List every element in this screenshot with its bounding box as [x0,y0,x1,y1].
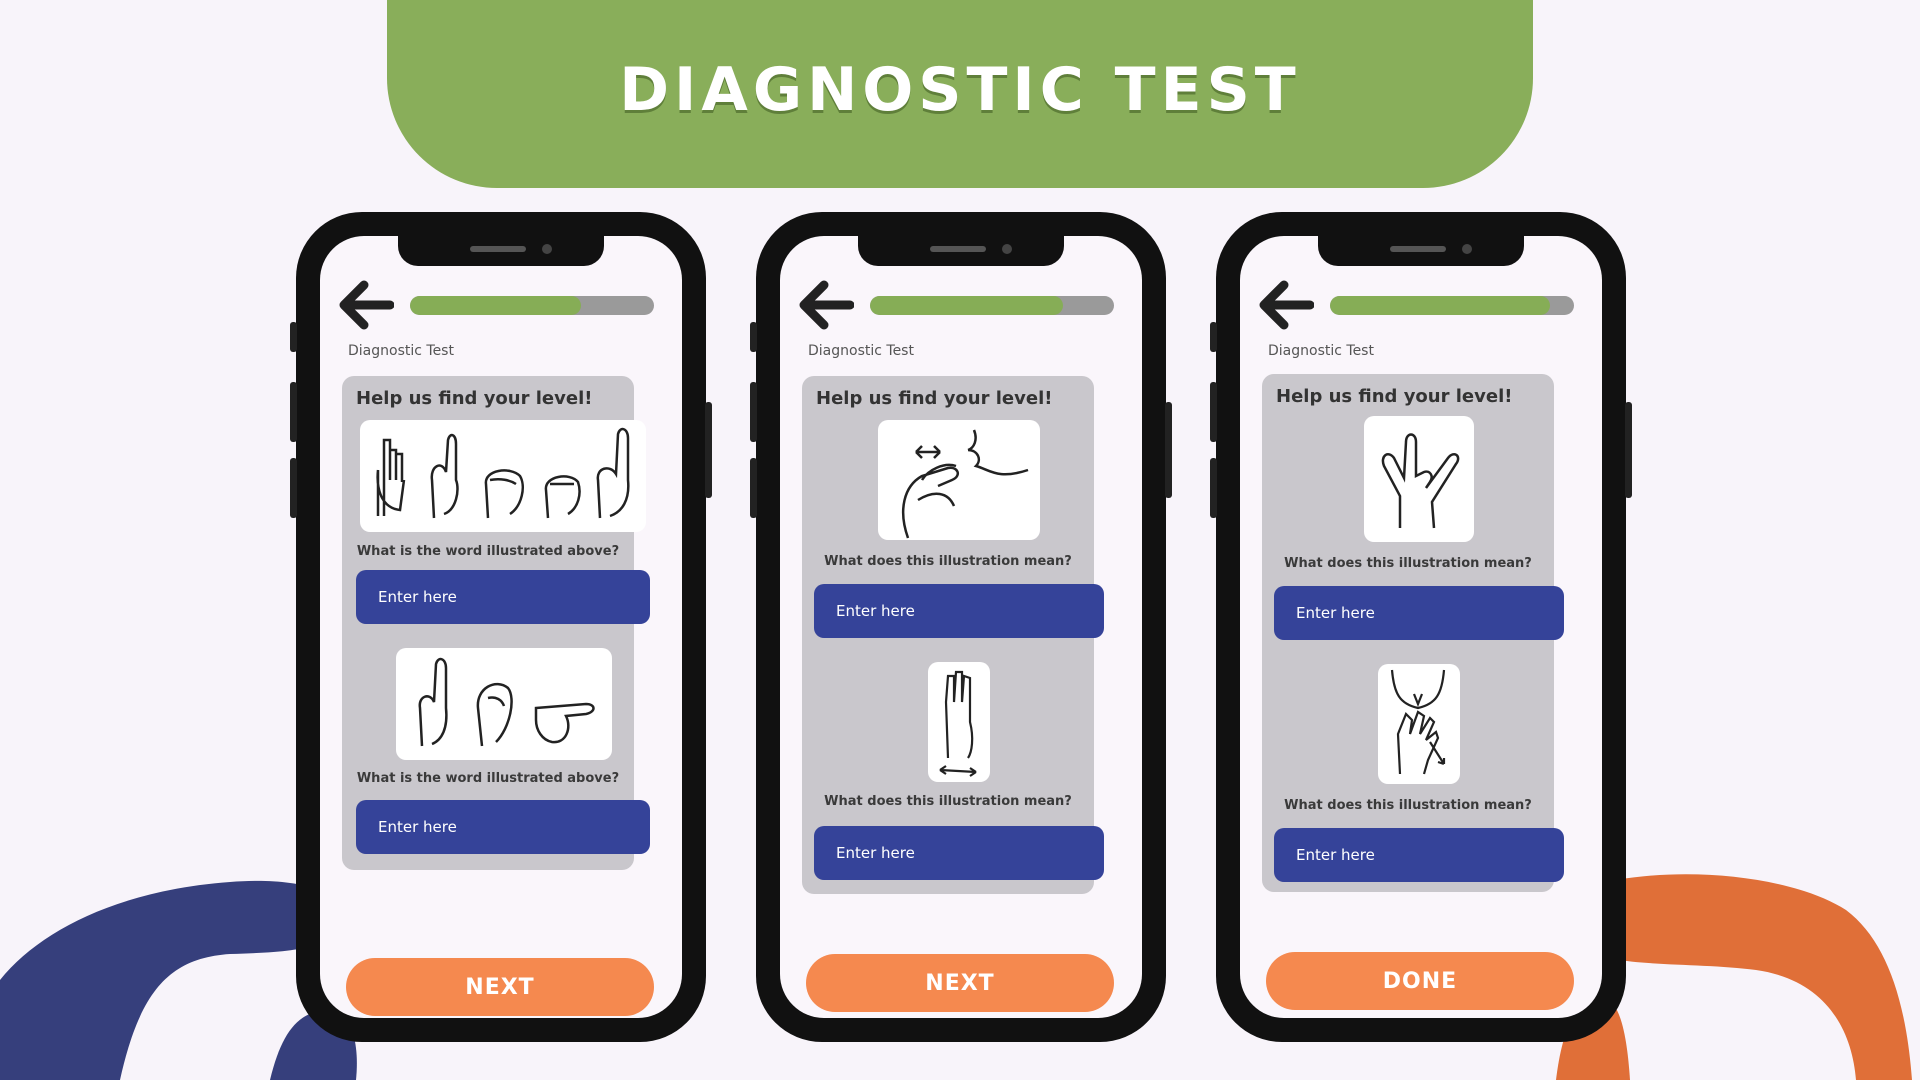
done-button[interactable]: DONE [1266,952,1574,1010]
next-button[interactable]: NEXT [806,954,1114,1012]
progress-fill [1330,296,1550,315]
hand-signs-illustration [396,648,612,760]
progress-fill [410,296,581,315]
sign-illustration [1378,664,1460,784]
question-prompt: What does this illustration mean? [1284,798,1532,813]
question-prompt: What is the word illustrated above? [356,771,620,786]
answer-input[interactable]: Enter here [814,826,1104,880]
answer-input[interactable]: Enter here [814,584,1104,638]
question-card: Help us find your level! What does this … [802,376,1104,894]
back-arrow-icon[interactable] [798,280,854,330]
page-title: DIAGNOSTIC TEST [619,55,1301,125]
question-card: Help us find your level! What does this … [1262,374,1564,892]
question-prompt: What does this illustration mean? [1284,556,1532,571]
sign-illustration [1364,416,1474,542]
back-arrow-icon[interactable] [1258,280,1314,330]
card-title: Help us find your level! [356,388,593,409]
progress-bar [410,296,654,315]
answer-input[interactable]: Enter here [1274,586,1564,640]
question-card: Help us find your level! What is the wor… [342,376,650,870]
question-prompt: What does this illustration mean? [824,554,1072,569]
question-prompt: What is the word illustrated above? [356,544,620,559]
back-arrow-icon[interactable] [338,280,394,330]
phone-mockup-2: Diagnostic Test Help us find your level!… [750,212,1172,1042]
phone-notch [1318,236,1524,266]
card-title: Help us find your level! [1276,386,1513,407]
breadcrumb: Diagnostic Test [808,343,914,359]
breadcrumb: Diagnostic Test [1268,343,1374,359]
next-button[interactable]: NEXT [346,958,654,1016]
sign-illustration [878,420,1040,540]
phone-mockup-1: Diagnostic Test Help us find your level!… [290,212,712,1042]
question-prompt: What does this illustration mean? [824,794,1072,809]
phone-mockup-3: Diagnostic Test Help us find your level!… [1210,212,1632,1042]
answer-input[interactable]: Enter here [356,570,650,624]
answer-input[interactable]: Enter here [356,800,650,854]
progress-bar [870,296,1114,315]
sign-illustration [928,662,990,782]
progress-bar [1330,296,1574,315]
phone-notch [858,236,1064,266]
hand-signs-illustration [360,420,646,532]
progress-fill [870,296,1063,315]
app-screen-3: Diagnostic Test Help us find your level!… [1240,236,1602,1018]
card-title: Help us find your level! [816,388,1053,409]
phone-notch [398,236,604,266]
title-banner: DIAGNOSTIC TEST [387,0,1533,188]
breadcrumb: Diagnostic Test [348,343,454,359]
app-screen-2: Diagnostic Test Help us find your level!… [780,236,1142,1018]
answer-input[interactable]: Enter here [1274,828,1564,882]
app-screen-1: Diagnostic Test Help us find your level!… [320,236,682,1018]
